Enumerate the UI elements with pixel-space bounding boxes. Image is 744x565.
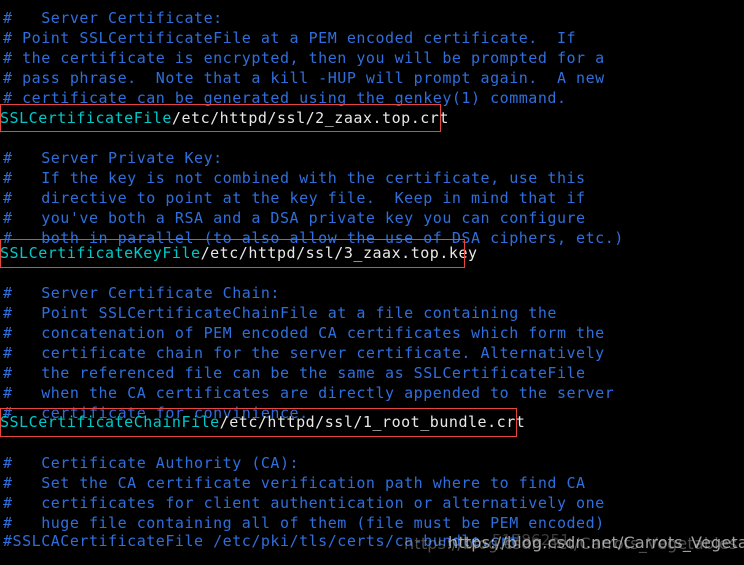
- comment-line: # Certificate Authority (CA):: [3, 454, 300, 472]
- comment-line: # certificates for client authentication…: [3, 494, 605, 512]
- watermark-id: 51786251: [492, 531, 570, 549]
- comment-line: # Server Certificate:: [3, 9, 223, 27]
- comment-line: # certificate chain for the server certi…: [3, 344, 605, 362]
- directive-name: SSLCertificateChainFile: [0, 413, 220, 431]
- directive-sslcertificatefile[interactable]: SSLCertificateFile/etc/httpd/ssl/2_zaax.…: [0, 108, 449, 128]
- comment-line: # the certificate is encrypted, then you…: [3, 49, 605, 67]
- directive-sslcertificatekeyfile[interactable]: SSLCertificateKeyFile/etc/httpd/ssl/3_za…: [0, 243, 478, 263]
- directive-value: /etc/httpd/ssl/1_root_bundle.crt: [219, 413, 526, 431]
- directive-value: /etc/httpd/ssl/3_zaax.top.key: [200, 244, 478, 262]
- terminal-window: # Server Certificate: # Point SSLCertifi…: [0, 0, 744, 565]
- directive-name: SSLCertificateFile: [0, 109, 172, 127]
- comment-line: # Set the CA certificate verification pa…: [3, 474, 586, 492]
- comment-line: # If the key is not combined with the ce…: [3, 169, 586, 187]
- comment-line: # Point SSLCertificateChainFile at a fil…: [3, 304, 557, 322]
- comment-line: # directive to point at the key file. Ke…: [3, 189, 586, 207]
- directive-value: /etc/httpd/ssl/2_zaax.top.crt: [171, 109, 449, 127]
- directive-sslcertificatechainfile[interactable]: SSLCertificateChainFile/etc/httpd/ssl/1_…: [0, 412, 525, 432]
- comment-line: # you've both a RSA and a DSA private ke…: [3, 209, 586, 227]
- comment-line: # Server Certificate Chain:: [3, 284, 280, 302]
- comment-line: # certificate can be generated using the…: [3, 89, 567, 107]
- comment-line: # Point SSLCertificateFile at a PEM enco…: [3, 29, 577, 47]
- comment-line: # the referenced file can be the same as…: [3, 364, 586, 382]
- comment-line: # huge file containing all of them (file…: [3, 514, 605, 532]
- directive-name: SSLCertificateKeyFile: [0, 244, 201, 262]
- comment-line: # concatenation of PEM encoded CA certif…: [3, 324, 605, 342]
- comment-line: # when the CA certificates are directly …: [3, 384, 615, 402]
- comment-line: # pass phrase. Note that a kill -HUP wil…: [3, 69, 605, 87]
- comment-line: # Server Private Key:: [3, 149, 223, 167]
